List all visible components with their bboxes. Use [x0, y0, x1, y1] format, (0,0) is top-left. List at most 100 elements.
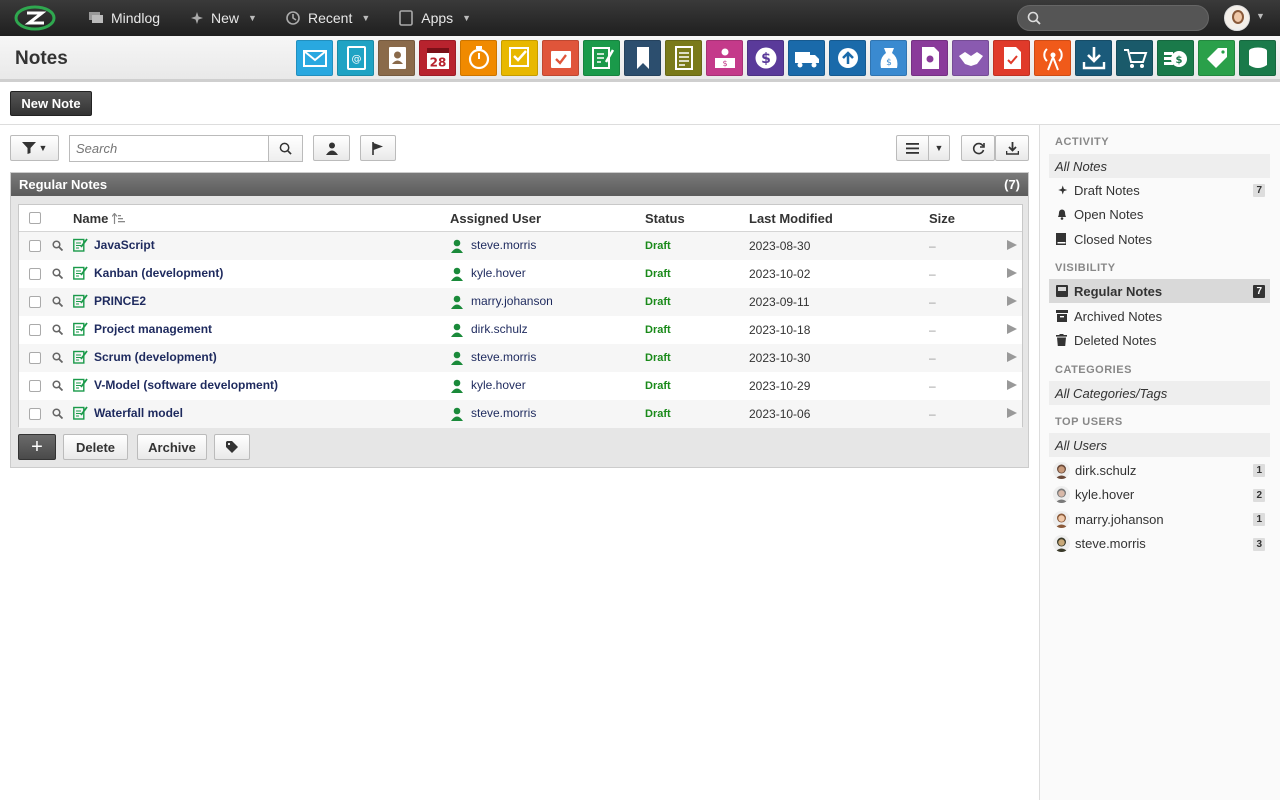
table-row[interactable]: PRINCE2 marry.johanson Draft 2023-09-11 –	[19, 288, 1022, 316]
app-notes-icon[interactable]	[583, 40, 620, 76]
app-mail-icon[interactable]	[296, 40, 333, 76]
flag-icon[interactable]	[1006, 267, 1017, 282]
sidebar-item-all-notes[interactable]: All Notes	[1049, 154, 1270, 178]
app-contacts-icon[interactable]	[378, 40, 415, 76]
app-licenses-icon[interactable]	[911, 40, 948, 76]
flag-filter-button[interactable]	[360, 135, 396, 161]
preview-icon[interactable]	[52, 407, 64, 422]
row-checkbox[interactable]	[29, 296, 41, 308]
logo-icon[interactable]	[14, 5, 56, 31]
app-addressbook-icon[interactable]: @	[337, 40, 374, 76]
app-projects-icon[interactable]	[542, 40, 579, 76]
row-checkbox[interactable]	[29, 380, 41, 392]
note-name[interactable]: Project management	[94, 322, 212, 336]
apps-menu[interactable]: Apps ▼	[398, 0, 471, 36]
flag-icon[interactable]	[1006, 379, 1017, 394]
column-last-modified[interactable]: Last Modified	[749, 211, 833, 226]
sidebar-item-user[interactable]: steve.morris 3	[1049, 532, 1270, 556]
sidebar-item-regular-notes[interactable]: Regular Notes 7	[1049, 279, 1270, 303]
preview-icon[interactable]	[52, 295, 64, 310]
table-row[interactable]: Kanban (development) kyle.hover Draft 2023-…	[19, 260, 1022, 288]
app-shop-icon[interactable]	[1116, 40, 1153, 76]
row-checkbox[interactable]	[29, 268, 41, 280]
column-status[interactable]: Status	[645, 211, 685, 226]
table-row[interactable]: Scrum (development) steve.morris Draft 2023…	[19, 344, 1022, 372]
assigned-user[interactable]: steve.morris	[471, 238, 536, 252]
app-switcher[interactable]: Mindlog	[88, 0, 160, 36]
assigned-user[interactable]: steve.morris	[471, 406, 536, 420]
row-checkbox[interactable]	[29, 352, 41, 364]
global-search-input[interactable]	[1047, 10, 1197, 26]
preview-icon[interactable]	[52, 351, 64, 366]
note-name[interactable]: V-Model (software development)	[94, 378, 278, 392]
row-checkbox[interactable]	[29, 408, 41, 420]
flag-icon[interactable]	[1006, 351, 1017, 366]
assigned-user-filter-button[interactable]	[313, 135, 350, 161]
app-broadcast-icon[interactable]	[1034, 40, 1071, 76]
select-all-checkbox[interactable]	[29, 212, 41, 224]
flag-icon[interactable]	[1006, 323, 1017, 338]
recent-menu[interactable]: Recent ▼	[285, 0, 370, 36]
note-name[interactable]: JavaScript	[94, 238, 155, 252]
preview-icon[interactable]	[52, 239, 64, 254]
table-row[interactable]: Project management dirk.schulz Draft 2023-1…	[19, 316, 1022, 344]
sidebar-item-user[interactable]: kyle.hover 2	[1049, 483, 1270, 507]
column-size[interactable]: Size	[929, 211, 955, 226]
app-pdf-icon[interactable]	[993, 40, 1030, 76]
app-helpdesk-icon[interactable]: $	[706, 40, 743, 76]
app-shipping-icon[interactable]	[788, 40, 825, 76]
app-calendar-icon[interactable]: 28	[419, 40, 456, 76]
sidebar-item-archived-notes[interactable]: Archived Notes	[1049, 304, 1270, 328]
app-database-icon[interactable]	[1239, 40, 1276, 76]
app-downloads-icon[interactable]	[1075, 40, 1112, 76]
preview-icon[interactable]	[52, 323, 64, 338]
new-note-button[interactable]: New Note	[10, 91, 92, 116]
app-sales-icon[interactable]: $	[870, 40, 907, 76]
delete-button[interactable]: Delete	[63, 434, 128, 460]
chevron-down-icon[interactable]: ▼	[1256, 11, 1265, 21]
new-menu[interactable]: New ▼	[188, 0, 257, 36]
assigned-user[interactable]: kyle.hover	[471, 266, 526, 280]
sidebar-item-draft-notes[interactable]: Draft Notes 7	[1049, 178, 1270, 202]
preview-icon[interactable]	[52, 379, 64, 394]
search-input[interactable]	[70, 136, 269, 161]
sidebar-item-open-notes[interactable]: Open Notes	[1049, 202, 1270, 226]
flag-icon[interactable]	[1006, 407, 1017, 422]
view-mode-button[interactable]	[896, 135, 929, 161]
column-name[interactable]: Name	[73, 211, 126, 226]
row-checkbox[interactable]	[29, 324, 41, 336]
assigned-user[interactable]: dirk.schulz	[471, 322, 528, 336]
note-name[interactable]: PRINCE2	[94, 294, 146, 308]
sidebar-item-all-users[interactable]: All Users	[1049, 433, 1270, 457]
app-deals-icon[interactable]	[952, 40, 989, 76]
filter-button[interactable]: ▼	[10, 135, 59, 161]
global-search[interactable]	[1017, 5, 1209, 31]
row-checkbox[interactable]	[29, 240, 41, 252]
note-name[interactable]: Scrum (development)	[94, 350, 217, 364]
flag-icon[interactable]	[1006, 295, 1017, 310]
search-button[interactable]	[268, 136, 302, 161]
export-button[interactable]	[995, 135, 1029, 161]
archive-button[interactable]: Archive	[137, 434, 207, 460]
view-mode-dropdown[interactable]: ▼	[928, 135, 950, 161]
note-name[interactable]: Kanban (development)	[94, 266, 223, 280]
app-finance-icon[interactable]: $	[747, 40, 784, 76]
sidebar-item-closed-notes[interactable]: Closed Notes	[1049, 227, 1270, 251]
app-money-icon[interactable]: $	[1157, 40, 1194, 76]
refresh-button[interactable]	[961, 135, 995, 161]
assigned-user[interactable]: steve.morris	[471, 350, 536, 364]
table-row[interactable]: Waterfall model steve.morris Draft 2023-10-…	[19, 400, 1022, 428]
note-name[interactable]: Waterfall model	[94, 406, 183, 420]
app-price-tags-icon[interactable]	[1198, 40, 1235, 76]
app-timer-icon[interactable]	[460, 40, 497, 76]
app-documents-icon[interactable]	[665, 40, 702, 76]
table-row[interactable]: JavaScript steve.morris Draft 2023-08-30 –	[19, 232, 1022, 260]
sidebar-item-deleted-notes[interactable]: Deleted Notes	[1049, 328, 1270, 352]
app-tasks-icon[interactable]	[501, 40, 538, 76]
column-assigned-user[interactable]: Assigned User	[450, 211, 541, 226]
preview-icon[interactable]	[52, 267, 64, 282]
user-avatar[interactable]	[1224, 5, 1250, 31]
sidebar-item-all-categories[interactable]: All Categories/Tags	[1049, 381, 1270, 405]
assigned-user[interactable]: marry.johanson	[471, 294, 553, 308]
table-row[interactable]: V-Model (software development) kyle.hover…	[19, 372, 1022, 400]
